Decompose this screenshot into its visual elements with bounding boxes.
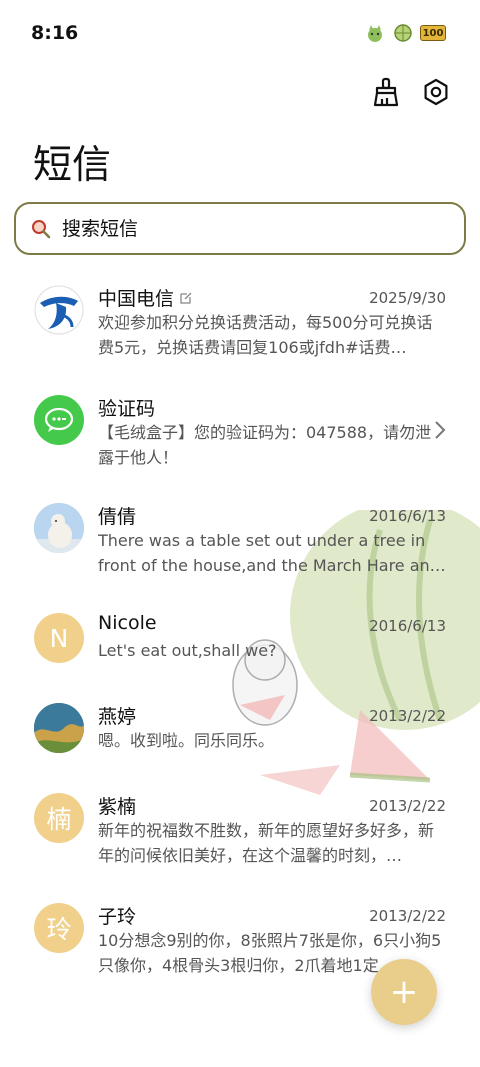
avatar: N <box>34 613 84 663</box>
plus-icon: + <box>389 972 419 1012</box>
list-item[interactable]: 楠 紫楠 2013/2/22 新年的祝福数不胜数，新年的愿望好多好多，新年的问候… <box>0 778 480 878</box>
contact-name-text: 中国电信 <box>98 288 175 310</box>
contact-name: 燕婷 <box>98 706 137 728</box>
contact-name: 中国电信 <box>98 284 193 311</box>
avatar <box>34 285 84 335</box>
message-date: 2013/2/22 <box>369 707 446 725</box>
status-bar: 8:16 100 <box>0 0 480 68</box>
contact-name: 紫楠 <box>98 796 137 818</box>
list-item[interactable]: 倩倩 2016/6/13 There was a table set out u… <box>0 488 480 588</box>
gear-icon <box>424 78 448 106</box>
message-preview: 嗯。收到啦。同乐同乐。 <box>98 731 275 750</box>
contact-name: Nicole <box>98 612 157 634</box>
message-date: 2016/6/13 <box>369 617 446 635</box>
new-message-button[interactable]: + <box>371 959 437 1025</box>
broom-icon <box>373 77 399 107</box>
search-bar[interactable] <box>14 202 466 255</box>
list-item[interactable]: 中国电信 2025/9/30 欢迎参加积分兑换话费活动，每500分可兑换话费5元… <box>0 268 480 368</box>
status-icons: 100 <box>364 22 446 44</box>
message-bubble-icon <box>44 407 74 432</box>
message-date: 2013/2/22 <box>369 797 446 815</box>
list-item[interactable]: 燕婷 2013/2/22 嗯。收到啦。同乐同乐。 <box>0 688 480 788</box>
china-telecom-logo-icon <box>34 285 84 335</box>
avatar: 玲 <box>34 903 84 953</box>
status-time: 8:16 <box>31 22 79 44</box>
contact-name: 验证码 <box>98 398 156 420</box>
message-preview: There was a table set out under a tree i… <box>98 531 446 575</box>
watermelon-icon <box>394 24 412 42</box>
message-preview: Let's eat out,shall we? <box>98 641 277 660</box>
message-preview: 【毛绒盒子】您的验证码为：047588，请勿泄露于他人！ <box>98 423 432 467</box>
top-actions <box>370 76 452 108</box>
search-icon <box>30 217 54 241</box>
avatar: 楠 <box>34 793 84 843</box>
avatar <box>34 703 84 753</box>
landscape-photo-icon <box>34 703 84 753</box>
contact-name: 倩倩 <box>98 506 137 528</box>
message-date: 2013/2/22 <box>369 907 446 925</box>
search-input[interactable] <box>62 217 422 240</box>
avatar <box>34 395 84 445</box>
list-item[interactable]: N Nicole 2016/6/13 Let's eat out,shall w… <box>0 598 480 698</box>
polar-bear-photo-icon <box>34 503 84 553</box>
message-preview: 欢迎参加积分兑换话费活动，每500分可兑换话费5元，兑换话费请回复106或jfd… <box>98 313 433 357</box>
contact-name: 子玲 <box>98 906 137 928</box>
pet-app-icon <box>368 25 382 42</box>
chevron-right-icon <box>435 421 446 439</box>
edit-icon <box>180 292 192 304</box>
settings-button[interactable] <box>420 76 452 108</box>
page-title: 短信 <box>33 143 112 188</box>
list-item[interactable]: 验证码 【毛绒盒子】您的验证码为：047588，请勿泄露于他人！ <box>0 378 480 478</box>
message-date: 2025/9/30 <box>369 289 446 307</box>
message-preview: 新年的祝福数不胜数，新年的愿望好多好多，新年的问候依旧美好，在这个温馨的时刻，… <box>98 821 435 865</box>
avatar <box>34 503 84 553</box>
message-date: 2016/6/13 <box>369 507 446 525</box>
clean-button[interactable] <box>370 76 402 108</box>
battery-icon: 100 <box>420 25 446 41</box>
